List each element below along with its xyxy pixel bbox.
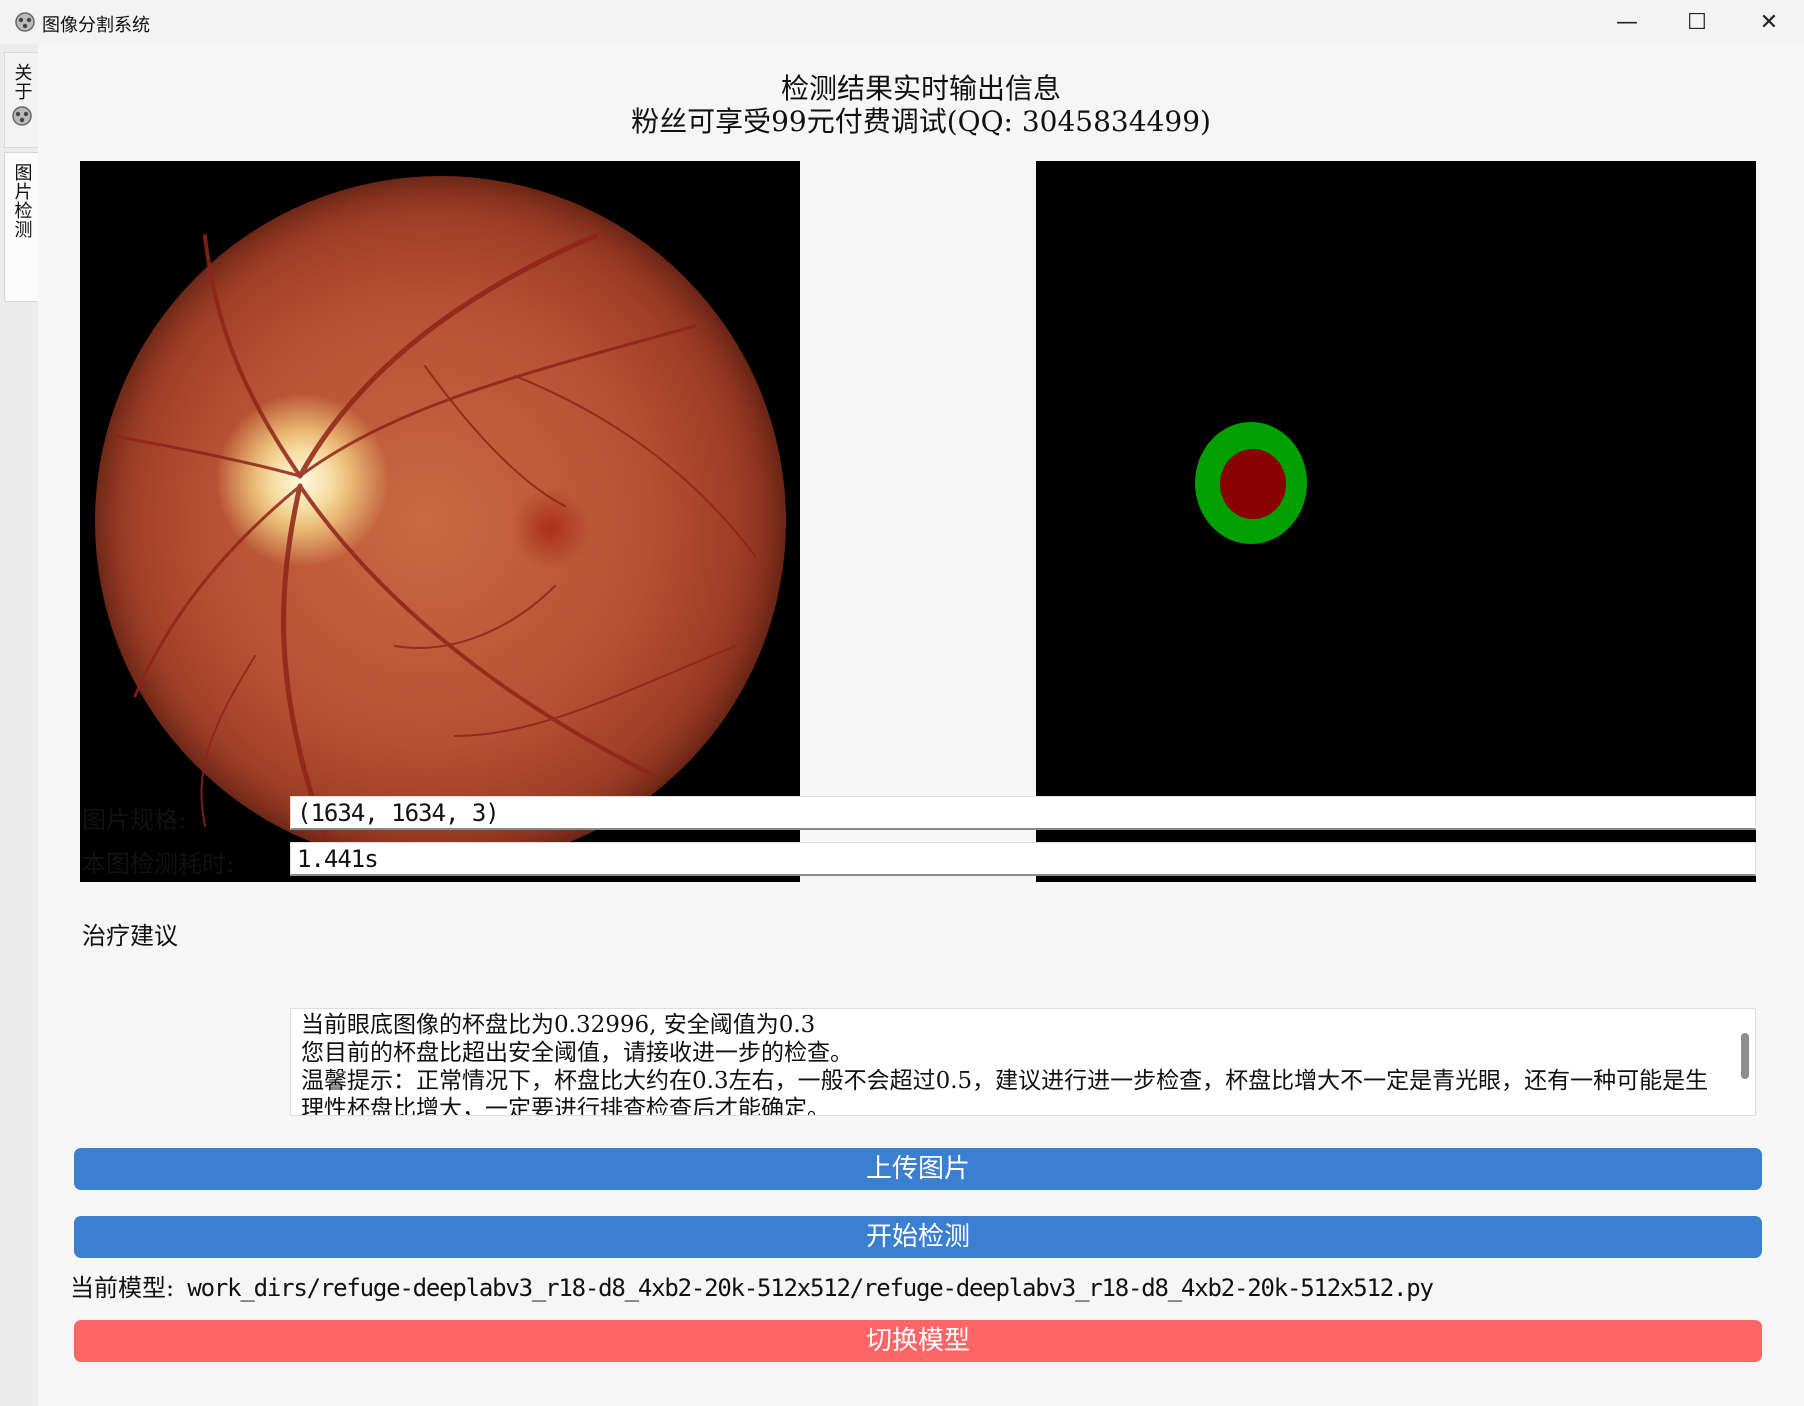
maximize-button[interactable]: ☐ bbox=[1662, 0, 1732, 44]
optic-cup-region bbox=[1220, 449, 1286, 519]
treatment-advice-label: 治疗建议 bbox=[82, 922, 178, 950]
advice-line: 当前眼底图像的杯盘比为0.32996, 安全阈值为0.3 bbox=[301, 1012, 816, 1038]
title-bar: 图像分割系统 — ☐ ✕ bbox=[0, 0, 1804, 45]
close-button[interactable]: ✕ bbox=[1734, 0, 1804, 44]
original-image bbox=[80, 161, 800, 882]
segmentation-background bbox=[1036, 161, 1756, 882]
main-panel: 检测结果实时输出信息 粉丝可享受99元付费调试(QQ: 3045834499) bbox=[38, 44, 1804, 1406]
advice-line: 您目前的杯盘比超出安全阈值，请接收进一步的检查。 bbox=[301, 1040, 853, 1066]
tab-about-label: 关于 bbox=[11, 63, 33, 101]
detection-time-label: 本图检测耗时: bbox=[82, 850, 235, 878]
minimize-button[interactable]: — bbox=[1592, 0, 1662, 44]
current-model-path: work_dirs/refuge-deeplabv3_r18-d8_4xb2-2… bbox=[187, 1274, 1434, 1302]
segmentation-canvas bbox=[1036, 161, 1756, 882]
current-model-line: 当前模型: work_dirs/refuge-deeplabv3_r18-d8_… bbox=[70, 1268, 1434, 1303]
header-title: 检测结果实时输出信息 bbox=[780, 72, 1061, 105]
tab-image-detection[interactable]: 图片检测 bbox=[4, 152, 38, 302]
window-title: 图像分割系统 bbox=[42, 15, 150, 36]
maximize-icon: ☐ bbox=[1687, 9, 1707, 35]
advice-line: 温馨提示：正常情况下，杯盘比大约在0.3左右，一般不会超过0.5，建议进行进一步… bbox=[301, 1068, 1709, 1116]
header-subtitle: 粉丝可享受99元付费调试(QQ: 3045834499) bbox=[631, 105, 1211, 138]
advice-scrollbar[interactable] bbox=[1741, 1033, 1749, 1079]
close-icon: ✕ bbox=[1759, 9, 1779, 35]
tab-image-detection-label: 图片检测 bbox=[11, 163, 33, 239]
tab-about[interactable]: 关于 bbox=[4, 52, 38, 148]
sidebar: 关于 图片检测 bbox=[0, 44, 39, 1406]
segmentation-result-image bbox=[1036, 161, 1756, 882]
switch-model-button[interactable]: 切换模型 bbox=[74, 1320, 1762, 1362]
image-size-label: 图片规格: bbox=[82, 806, 187, 834]
app-logo-icon bbox=[15, 12, 35, 32]
page-header: 检测结果实时输出信息 粉丝可享受99元付费调试(QQ: 3045834499) bbox=[38, 72, 1804, 138]
app-logo-icon bbox=[11, 106, 32, 126]
image-size-field[interactable]: (1634, 1634, 3) bbox=[290, 796, 1756, 830]
retina-vessels bbox=[113, 233, 756, 839]
minimize-icon: — bbox=[1616, 9, 1638, 35]
current-model-label: 当前模型: bbox=[70, 1274, 175, 1302]
detection-time-field[interactable]: 1.441s bbox=[290, 842, 1756, 876]
start-detection-button[interactable]: 开始检测 bbox=[74, 1216, 1762, 1258]
treatment-advice-textbox[interactable]: 当前眼底图像的杯盘比为0.32996, 安全阈值为0.3 您目前的杯盘比超出安全… bbox=[290, 1008, 1756, 1116]
upload-image-button[interactable]: 上传图片 bbox=[74, 1148, 1762, 1190]
